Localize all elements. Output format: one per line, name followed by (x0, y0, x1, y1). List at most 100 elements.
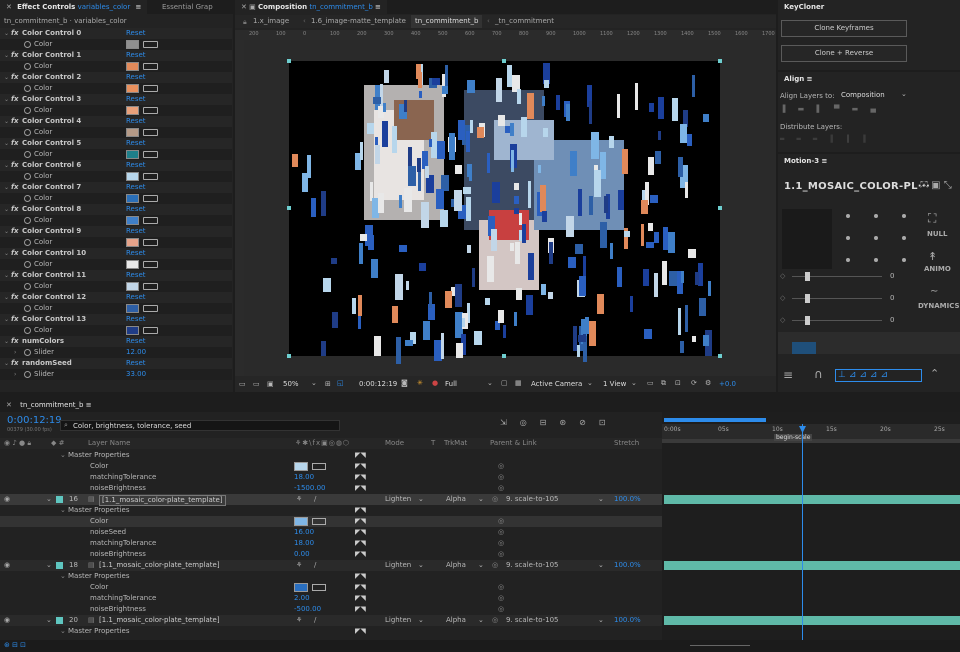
anchor-grid[interactable] (838, 206, 928, 276)
pickwhip-icon[interactable]: ◎ (498, 593, 504, 604)
pickwhip-icon[interactable]: ◎ (498, 604, 504, 615)
screen-icon[interactable]: ▭ (253, 380, 260, 388)
slider-value[interactable]: 0 (890, 272, 894, 280)
zoom-select[interactable]: 50% (283, 380, 299, 388)
reset-link[interactable]: Reset (126, 204, 146, 215)
effect-property-row[interactable]: Color (0, 127, 232, 138)
property-row[interactable]: Color ◤◥ ◎ (0, 461, 662, 472)
color-swatch[interactable] (126, 326, 139, 335)
effect-header-row[interactable]: ⌄ fx Color Control 11 Reset (0, 270, 232, 281)
stopwatch-icon[interactable] (24, 283, 31, 290)
disclosure-triangle-icon[interactable]: ⌄ (4, 94, 9, 105)
property-row[interactable]: matchingTolerance 2.00 ◤◥ ◎ (0, 593, 662, 604)
fx-icon[interactable]: fx (11, 28, 19, 39)
property-value[interactable]: -1500.00 (294, 483, 325, 494)
pickwhip-icon[interactable]: ◎ (498, 483, 504, 494)
parent-select[interactable]: 9. scale-to-105 (506, 615, 559, 626)
quality-switch-icon[interactable]: / (314, 615, 316, 626)
anchor-point-dot[interactable] (846, 214, 850, 218)
reset-link[interactable]: Reset (126, 292, 146, 303)
eyedropper-icon[interactable] (143, 63, 158, 70)
effect-property-row[interactable]: Color (0, 193, 232, 204)
eyedropper-icon[interactable] (143, 151, 158, 158)
eyedropper-icon[interactable] (143, 85, 158, 92)
anchor-point-dot[interactable] (874, 214, 878, 218)
stopwatch-icon[interactable] (24, 129, 31, 136)
reset-link[interactable]: Reset (126, 116, 146, 127)
effect-header-row[interactable]: ⌄ fx Color Control 4 Reset (0, 116, 232, 127)
effect-header-row[interactable]: ⌄ fx Color Control 9 Reset (0, 226, 232, 237)
keyframe-nav-icon[interactable]: ◤◥ (355, 505, 366, 516)
transparency-grid-icon[interactable]: ▦ (515, 379, 522, 387)
slider-handle[interactable] (805, 294, 810, 303)
color-swatch[interactable] (294, 517, 308, 526)
current-time-indicator[interactable] (802, 424, 803, 652)
reset-link[interactable]: Reset (126, 50, 146, 61)
color-swatch[interactable] (126, 216, 139, 225)
pickwhip-icon[interactable]: ◎ (498, 461, 504, 472)
trkmat-select[interactable]: Alpha (446, 615, 466, 626)
color-swatch[interactable] (126, 40, 139, 49)
keyframe-nav-icon[interactable]: ◤◥ (355, 527, 366, 538)
stopwatch-icon[interactable] (24, 217, 31, 224)
stopwatch-icon[interactable] (24, 305, 31, 312)
reset-link[interactable]: Reset (126, 358, 146, 369)
effect-header-row[interactable]: ⌄ fx Color Control 0 Reset (0, 28, 232, 39)
keyframe-nav-icon[interactable]: ◤◥ (355, 472, 366, 483)
pickwhip-icon[interactable]: ◎ (498, 538, 504, 549)
menu-icon[interactable]: ≡ (86, 401, 92, 409)
effect-property-row[interactable]: Color (0, 303, 232, 314)
anchor-point-dot[interactable] (874, 236, 878, 240)
col-t[interactable]: T (431, 439, 435, 447)
slider-value[interactable]: 33.00 (126, 369, 146, 380)
property-row[interactable]: Color ◤◥ ◎ (0, 516, 662, 527)
effect-property-row[interactable]: Color (0, 105, 232, 116)
tab-timeline[interactable]: ✕ tn_commitment_b ≡ (0, 398, 98, 412)
eyedropper-icon[interactable] (143, 327, 158, 334)
pickwhip-icon[interactable]: ◎ (498, 582, 504, 593)
effect-header-row[interactable]: ⌄ fx Color Control 5 Reset (0, 138, 232, 149)
property-row[interactable]: noiseBrightness -500.00 ◤◥ ◎ (0, 604, 662, 615)
tools-icon[interactable]: ⤧ ▣ ⤡ (920, 180, 952, 191)
camera-icon[interactable]: ◙ (401, 379, 408, 387)
property-row[interactable]: matchingTolerance 18.00 ◤◥ ◎ (0, 538, 662, 549)
color-channel-icon[interactable]: ● (432, 379, 438, 387)
effect-header-row[interactable]: ⌄ fx Color Control 10 Reset (0, 248, 232, 259)
layer-duration-bar[interactable] (664, 561, 960, 570)
layer-label-color[interactable] (56, 496, 63, 503)
camera-select[interactable]: Active Camera (531, 380, 582, 388)
stretch-value[interactable]: 100.0% (614, 560, 641, 571)
keyframe-nav-icon[interactable]: ◤◥ (355, 538, 366, 549)
eyedropper-icon[interactable] (143, 173, 158, 180)
layer-label-color[interactable] (56, 617, 63, 624)
mode-select[interactable]: Lighten (385, 494, 411, 505)
fx-icon[interactable]: fx (11, 248, 19, 259)
stopwatch-icon[interactable] (24, 371, 31, 378)
visibility-eye-icon[interactable]: ◉ (4, 560, 10, 571)
clone-keyframes-button[interactable]: Clone Keyframes (781, 20, 907, 37)
fx-icon[interactable]: fx (11, 116, 19, 127)
clone-reverse-button[interactable]: Clone + Reverse (781, 45, 907, 62)
shy-switch-icon[interactable]: ⚘ (296, 560, 302, 571)
parent-select[interactable]: 9. scale-to-105 (506, 494, 559, 505)
disclosure-triangle-icon[interactable]: ⌄ (4, 292, 9, 303)
eyedropper-icon[interactable] (143, 283, 158, 290)
keyframe-nav-icon[interactable]: ◤◥ (355, 626, 366, 637)
anchor-point-dot[interactable] (902, 258, 906, 262)
stopwatch-icon[interactable] (24, 85, 31, 92)
dynamics-label[interactable]: DYNAMICS (918, 302, 960, 310)
ease-preset-buttons[interactable]: ⊥⊿⊿⊿⊿ (835, 369, 922, 382)
stopwatch-icon[interactable] (24, 63, 31, 70)
stopwatch-icon[interactable] (24, 349, 31, 356)
reset-exposure-icon[interactable]: ⚙ (705, 379, 711, 387)
effect-header-row[interactable]: ⌄ fx Color Control 2 Reset (0, 72, 232, 83)
lock-icon[interactable]: ▣ (249, 3, 256, 11)
stopwatch-icon[interactable] (24, 151, 31, 158)
effect-property-row[interactable]: Color (0, 259, 232, 270)
keyframe-nav-icon[interactable]: ◤◥ (355, 549, 366, 560)
reset-link[interactable]: Reset (126, 182, 146, 193)
color-swatch[interactable] (126, 62, 139, 71)
null-label[interactable]: NULL (927, 230, 947, 238)
disclosure-triangle-icon[interactable]: ⌄ (4, 204, 9, 215)
reset-link[interactable]: Reset (126, 72, 146, 83)
